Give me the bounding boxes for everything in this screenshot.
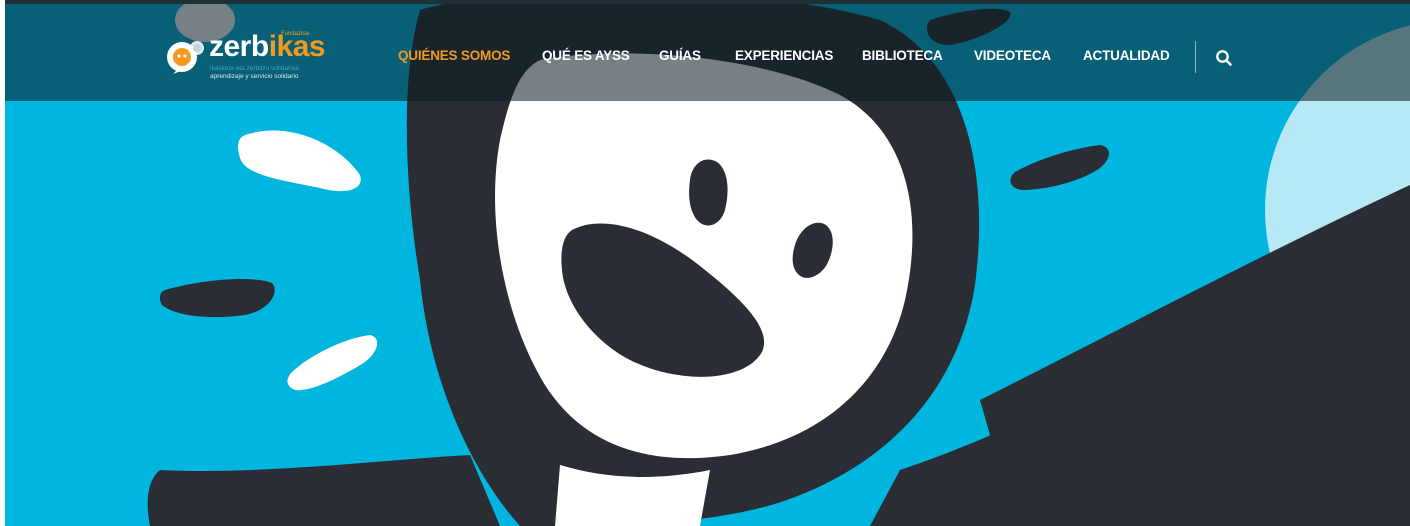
logo-wordmark: zerbikas <box>209 30 326 63</box>
page: Fundazioa zerbikas ikasketa eta zerbitzu… <box>0 0 1410 526</box>
search-icon[interactable] <box>1214 48 1234 68</box>
logo-prefix: zerb <box>209 30 269 63</box>
top-edge <box>0 0 1410 4</box>
brand-logo[interactable]: Fundazioa zerbikas ikasketa eta zerbitzu… <box>165 30 335 80</box>
nav-item-que-es-ayss[interactable]: QUÉ ES AYSS <box>542 48 630 63</box>
speech-bubbles-logo-icon <box>167 41 204 74</box>
nav-item-biblioteca[interactable]: BIBLIOTECA <box>862 48 943 63</box>
logo-tagline-spanish: aprendizaje y servicio solidario <box>210 73 299 80</box>
logo-accent: ikas <box>268 30 326 63</box>
nav-item-guias[interactable]: GUÍAS <box>659 48 701 63</box>
nav-item-actualidad[interactable]: ACTUALIDAD <box>1083 48 1170 63</box>
nav-item-quienes-somos[interactable]: QUIÉNES SOMOS <box>398 48 510 63</box>
site-header: Fundazioa zerbikas ikasketa eta zerbitzu… <box>0 4 1410 101</box>
nav-item-experiencias[interactable]: EXPERIENCIAS <box>735 48 833 63</box>
left-edge <box>0 0 5 526</box>
nav-divider <box>1195 41 1196 73</box>
logo-tagline-basque: ikasketa eta zerbitzu solidarioa <box>210 65 299 72</box>
nav-item-videoteca[interactable]: VIDEOTECA <box>974 48 1051 63</box>
